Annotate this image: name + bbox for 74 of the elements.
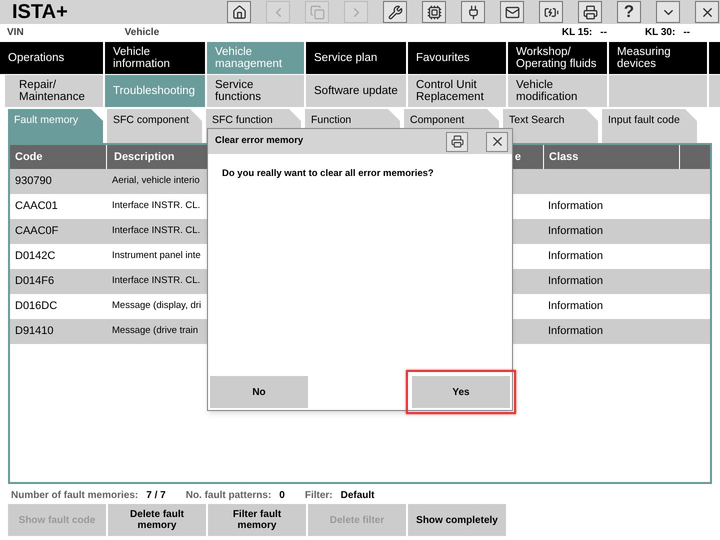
sub-nav-tab[interactable]: Repair/ Maintenance [5, 75, 103, 107]
table-cell-text: Instrument panel inte [111, 249, 202, 264]
mail-icon [504, 4, 520, 20]
column-header: Description [113, 150, 176, 165]
main-nav-tab[interactable]: Favourites [408, 42, 506, 74]
home-button[interactable] [227, 1, 251, 23]
table-cell-text: Information [547, 199, 604, 214]
battery-button[interactable] [539, 1, 563, 23]
table-cell-text: 930790 [14, 174, 53, 190]
printer-button[interactable] [578, 1, 602, 23]
vin-label: VIN [7, 26, 24, 40]
action-button[interactable]: Delete fault memory [108, 504, 206, 536]
table-cell-text: D016DC [14, 299, 58, 314]
kl15-label: KL 15: [562, 26, 592, 40]
table-cell-text: D91410 [14, 324, 55, 340]
main-nav-tab[interactable]: Measuring devices [609, 42, 707, 74]
mail-button[interactable] [500, 1, 524, 23]
close-button[interactable] [486, 132, 508, 152]
sub-nav-tab[interactable]: Service functions [207, 75, 304, 107]
summary-value: 0 [279, 488, 285, 502]
table-cell-text: D014F6 [14, 274, 56, 290]
table-cell-text: CAAC0F [14, 224, 60, 240]
table-cell-text: Interface INSTR. CL. [111, 274, 202, 288]
sub-nav-tab[interactable]: Software update [306, 75, 406, 107]
table-cell-text: Information [547, 324, 604, 340]
table-cell-text: Message (drive train [111, 324, 200, 338]
sub-nav-tab[interactable]: Vehicle modification [508, 75, 607, 107]
table-cell-text: Interface INSTR. CL. [111, 199, 202, 214]
table-cell-text: Information [547, 274, 604, 290]
table-cell-text: Information [547, 249, 604, 264]
table-cell-text: Information [547, 299, 604, 314]
kl15-value: -- [600, 26, 607, 40]
summary-label: No. fault patterns: [186, 488, 272, 502]
print-button[interactable] [446, 132, 468, 152]
copy-icon [310, 4, 324, 20]
table-cell-text: Aerial, vehicle interio [111, 174, 201, 188]
home-icon [232, 4, 246, 20]
summary-label: Number of fault memories: [11, 488, 138, 502]
table-cell-text: CAAC01 [14, 199, 59, 214]
printer-icon [582, 4, 598, 20]
tab[interactable]: Input fault code [602, 109, 697, 143]
dropdown-button[interactable] [656, 1, 680, 23]
summary-value: Default [340, 488, 375, 502]
dialog-button[interactable]: Yes [406, 370, 516, 414]
kl30-label: KL 30: [644, 26, 676, 40]
wrench-icon [388, 4, 402, 20]
help-button[interactable]: ? [617, 1, 641, 23]
main-nav-tab[interactable]: Operations [0, 42, 103, 74]
table-cell-text: Message (display, dri [111, 299, 202, 314]
table-cell-text: Interface INSTR. CL. [111, 224, 202, 238]
tab[interactable]: Text Search [503, 109, 598, 143]
sub-nav-tab[interactable]: Control Unit Replacement [408, 75, 506, 107]
close-button[interactable] [695, 1, 719, 23]
vehicle-label: Vehicle [124, 26, 160, 40]
tab[interactable]: SFC component [107, 109, 202, 143]
action-button[interactable]: Filter fault memory [208, 504, 306, 536]
main-nav-tab[interactable]: Vehicle information [105, 42, 205, 74]
main-nav-tab[interactable]: Workshop/ Operating fluids [508, 42, 607, 74]
table-cell-text: Information [547, 224, 604, 240]
table-cell-text: D0142C [14, 249, 56, 264]
wrench-button[interactable] [383, 1, 407, 23]
kl30-value: -- [683, 26, 690, 40]
column-header: e [514, 150, 521, 165]
dialog-button[interactable]: No [210, 376, 308, 408]
chip-button[interactable] [422, 1, 446, 23]
action-button[interactable]: Show completely [408, 504, 506, 536]
summary-value: 7 / 7 [146, 488, 166, 502]
app-title: ISTA+ [12, 2, 68, 22]
main-nav-tab[interactable]: Service plan [306, 42, 406, 74]
dialog-message: Do you really want to clear all error memories? [222, 167, 435, 181]
chip-icon [426, 4, 442, 20]
printer-icon [450, 135, 464, 148]
summary-label: Filter: [304, 488, 333, 502]
plug-button[interactable] [461, 1, 485, 23]
